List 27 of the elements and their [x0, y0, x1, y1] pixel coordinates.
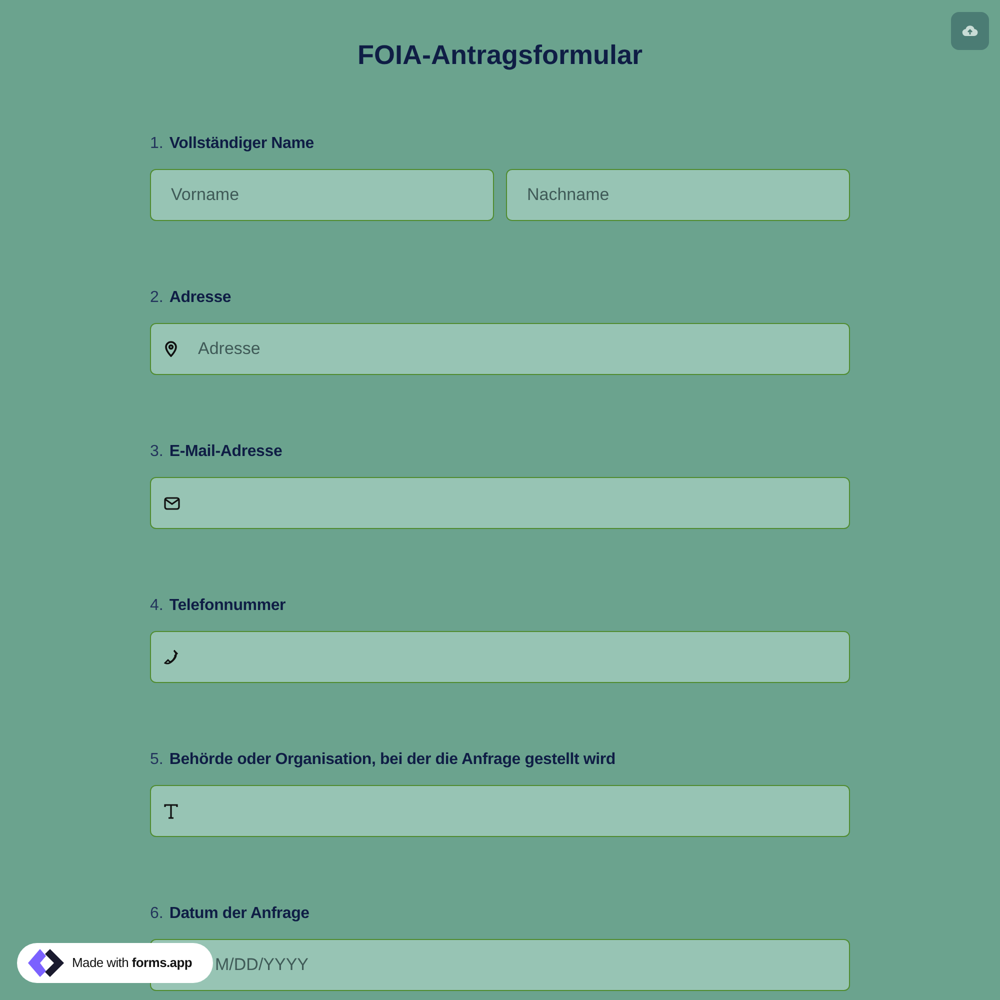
- question-number: 2.: [150, 288, 164, 308]
- input-field[interactable]: [150, 477, 850, 529]
- location-pin-icon: [164, 341, 178, 357]
- question-label: Adresse: [169, 288, 232, 308]
- question-label: Datum der Anfrage: [169, 904, 310, 924]
- input-field[interactable]: [150, 631, 850, 683]
- question-number: 3.: [150, 442, 164, 462]
- question-number: 6.: [150, 904, 164, 924]
- made-with-badge[interactable]: Made with forms.app: [17, 943, 213, 983]
- question-label: E-Mail-Adresse: [169, 442, 282, 462]
- question-number: 5.: [150, 750, 164, 770]
- upload-button[interactable]: [951, 12, 989, 50]
- form-title: FOIA-Antragsformular: [357, 39, 643, 72]
- cloud-upload-icon: [962, 25, 978, 37]
- input-field[interactable]: Adresse: [150, 323, 850, 375]
- text-icon: [164, 804, 178, 818]
- logo-icon: [26, 947, 66, 979]
- mail-icon: [164, 496, 180, 510]
- input-field[interactable]: Nachname: [506, 169, 850, 221]
- question-label: Telefonnummer: [169, 596, 286, 616]
- phone-icon: [164, 649, 180, 665]
- question-number: 1.: [150, 134, 164, 154]
- question-number: 4.: [150, 596, 164, 616]
- input-field[interactable]: [150, 785, 850, 837]
- input-field[interactable]: Vorname: [150, 169, 494, 221]
- question-label: Vollständiger Name: [169, 134, 314, 154]
- question-label: Behörde oder Organisation, bei der die Anfrage gestellt wird: [169, 750, 616, 770]
